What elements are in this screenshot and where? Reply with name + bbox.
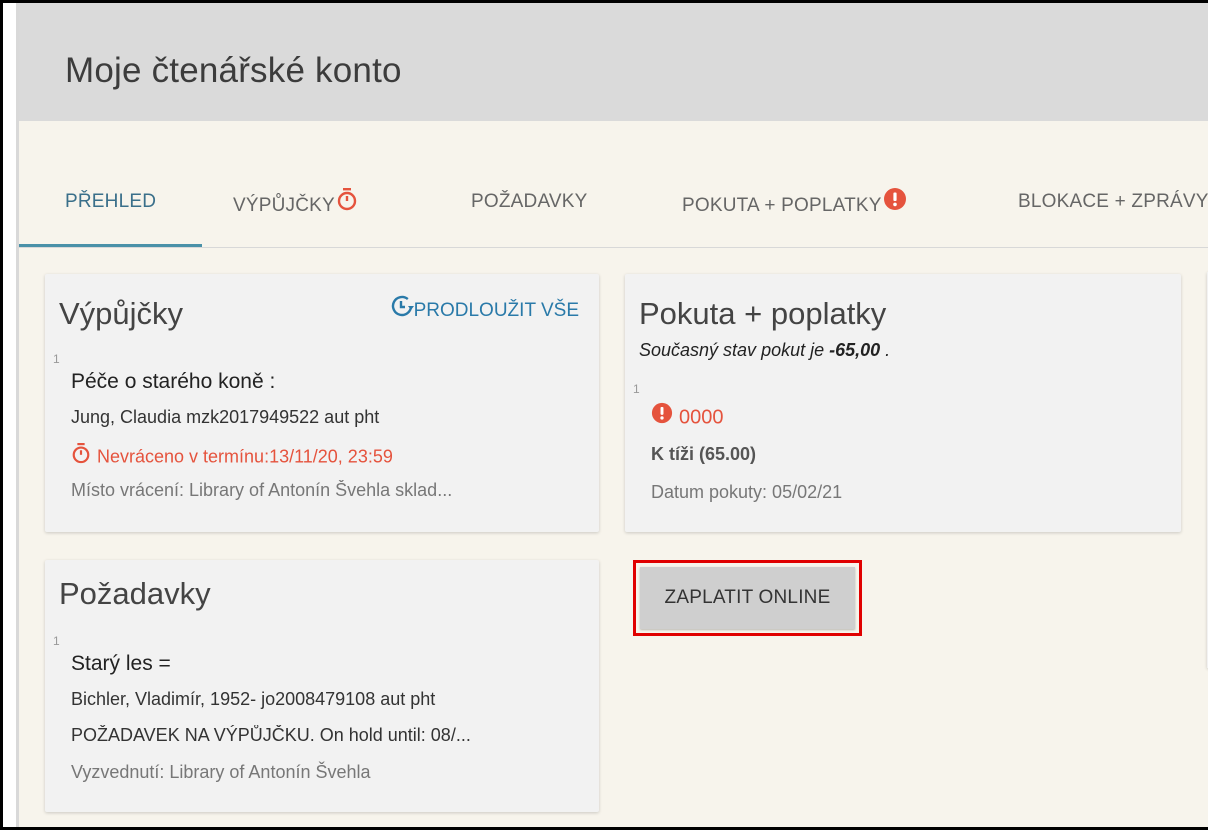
request-title[interactable]: Starý les = bbox=[71, 652, 171, 676]
fines-card-title: Pokuta + poplatky bbox=[639, 296, 887, 331]
fines-card: Pokuta + poplatky Současný stav pokut je… bbox=[625, 274, 1181, 532]
request-status: POŽADAVEK NA VÝPŮJČKU. On hold until: 08… bbox=[71, 725, 471, 745]
account-page: Moje čtenářské konto PŘEHLED VÝPŮJČKY PO… bbox=[16, 3, 1208, 827]
request-pickup: Vyzvednutí: Library of Antonín Švehla bbox=[71, 762, 371, 782]
loan-overdue-status: Nevráceno v termínu:13/11/20, 23:59 bbox=[71, 442, 393, 471]
loan-return-place: Místo vrácení: Library of Antonín Švehla… bbox=[71, 480, 453, 500]
tab-loans-label: VÝPŮJČKY bbox=[233, 195, 335, 217]
fine-code-text: 0000 bbox=[679, 406, 724, 429]
fine-date: Datum pokuty: 05/02/21 bbox=[651, 482, 843, 502]
page-title: Moje čtenářské konto bbox=[65, 51, 402, 90]
fines-summary-prefix: Současný stav pokut je bbox=[639, 340, 830, 360]
requests-card-title: Požadavky bbox=[59, 576, 211, 611]
tab-blocks-label: BLOKACE + ZPRÁVY bbox=[1018, 191, 1208, 212]
pay-online-highlight: ZAPLATIT ONLINE bbox=[633, 560, 862, 636]
page-header: Moje čtenářské konto bbox=[19, 3, 1208, 121]
fine-alert-icon bbox=[651, 402, 673, 430]
loan-overdue-text: Nevráceno v termínu:13/11/20, 23:59 bbox=[97, 446, 393, 467]
fine-balance: K tíži (65.00) bbox=[651, 444, 757, 464]
fines-summary-suffix: . bbox=[880, 340, 891, 360]
fine-index: 1 bbox=[633, 382, 640, 396]
tab-bar: PŘEHLED VÝPŮJČKY POŽADAVKY POKUTA + POPL… bbox=[19, 181, 1208, 248]
requests-card: Požadavky 1 Starý les = Bichler, Vladimí… bbox=[45, 560, 599, 812]
renew-clock-icon bbox=[390, 294, 414, 324]
tab-fines[interactable]: POKUTA + POPLATKY bbox=[682, 181, 942, 247]
fines-summary: Současný stav pokut je -65,00 . bbox=[639, 340, 890, 361]
loan-author: Jung, Claudia mzk2017949522 aut pht bbox=[71, 407, 380, 427]
tab-fines-label: POKUTA + POPLATKY bbox=[682, 195, 882, 217]
fines-summary-amount: -65,00 bbox=[829, 340, 881, 360]
tab-blocks-messages[interactable]: BLOKACE + ZPRÁVY bbox=[1018, 181, 1208, 247]
renew-all-button[interactable]: PRODLOUŽIT VŠE bbox=[390, 294, 579, 326]
pay-online-button[interactable]: ZAPLATIT ONLINE bbox=[640, 567, 855, 629]
tab-requests-label: POŽADAVKY bbox=[471, 191, 588, 212]
timer-icon bbox=[336, 187, 358, 217]
tab-loans[interactable]: VÝPŮJČKY bbox=[233, 181, 393, 247]
tab-overview[interactable]: PŘEHLED bbox=[19, 181, 202, 247]
loan-title[interactable]: Péče o starého koně : bbox=[71, 370, 275, 394]
loan-index: 1 bbox=[53, 352, 60, 366]
window-frame: Moje čtenářské konto PŘEHLED VÝPŮJČKY PO… bbox=[0, 0, 1208, 830]
overdue-timer-icon bbox=[71, 442, 91, 469]
loans-card: Výpůjčky PRODLOUŽIT VŠE 1 Péče o starého… bbox=[45, 274, 599, 532]
loans-card-title: Výpůjčky bbox=[59, 296, 184, 331]
request-index: 1 bbox=[53, 634, 60, 648]
tab-requests[interactable]: POŽADAVKY bbox=[471, 181, 601, 247]
renew-all-label: PRODLOUŽIT VŠE bbox=[413, 300, 579, 322]
fine-code: 0000 bbox=[651, 402, 724, 432]
alert-icon bbox=[883, 187, 907, 217]
tab-overview-label: PŘEHLED bbox=[65, 191, 157, 212]
request-author: Bichler, Vladimír, 1952- jo2008479108 au… bbox=[71, 689, 436, 709]
